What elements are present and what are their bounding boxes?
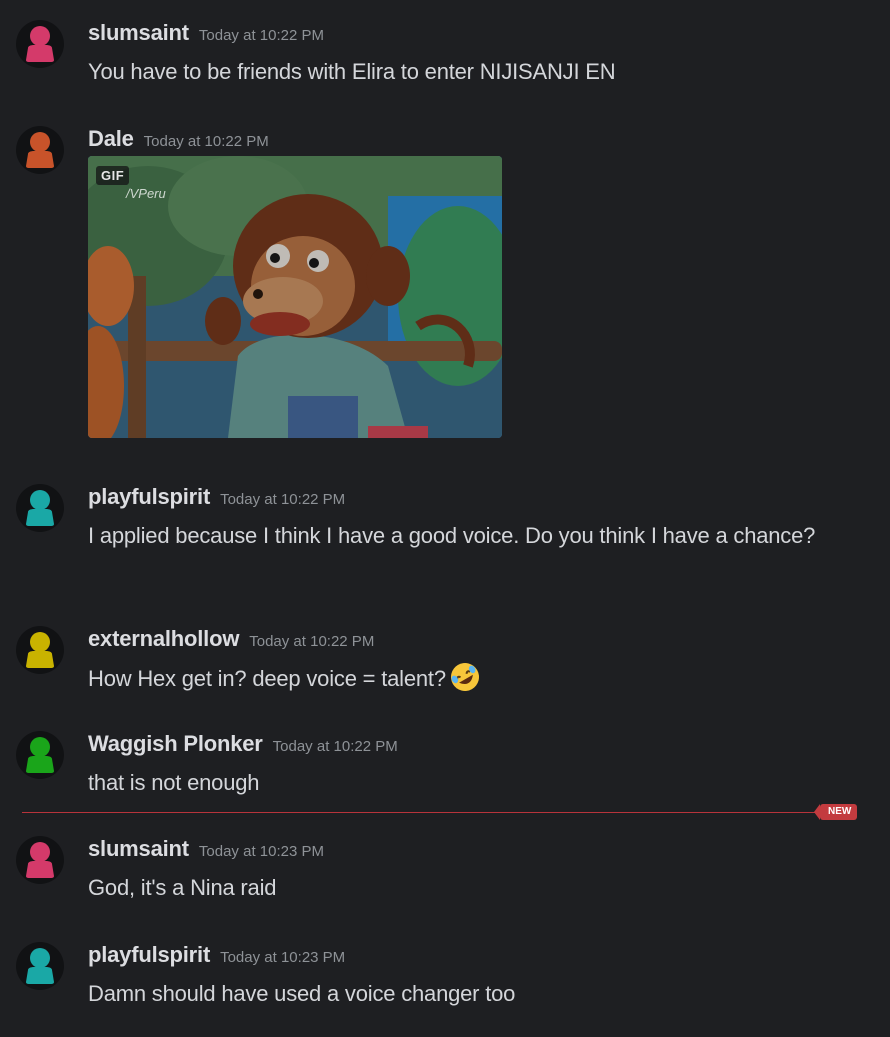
avatar[interactable] xyxy=(16,731,64,779)
avatar[interactable] xyxy=(16,126,64,174)
message-header: playfulspirit Today at 10:22 PM xyxy=(88,484,345,513)
rolling-on-floor-laughing-emoji-icon[interactable] xyxy=(448,660,482,694)
avatar[interactable] xyxy=(16,626,64,674)
message-header: playfulspirit Today at 10:23 PM xyxy=(88,942,345,971)
username[interactable]: externalhollow xyxy=(88,626,239,651)
gif-watermark: /VPeru xyxy=(126,186,166,201)
message-header: externalhollow Today at 10:22 PM xyxy=(88,626,374,655)
username[interactable]: Dale xyxy=(88,126,134,151)
message-text: that is not enough xyxy=(88,770,260,795)
message-header: slumsaint Today at 10:23 PM xyxy=(88,836,324,865)
message-content: How Hex get in? deep voice = talent? xyxy=(88,660,848,697)
message-text: I applied because I think I have a good … xyxy=(88,523,816,548)
message-text: God, it's a Nina raid xyxy=(88,875,277,900)
message-header: Dale Today at 10:22 PM xyxy=(88,126,269,155)
gif-badge: GIF xyxy=(96,166,130,185)
username[interactable]: slumsaint xyxy=(88,20,189,45)
new-messages-divider xyxy=(22,812,820,813)
username[interactable]: Waggish Plonker xyxy=(88,731,263,756)
avatar[interactable] xyxy=(16,942,64,990)
user-avatar-icon xyxy=(16,20,64,68)
new-messages-badge: NEW xyxy=(813,804,858,820)
message-text: Damn should have used a voice changer to… xyxy=(88,981,516,1006)
user-avatar-icon xyxy=(16,126,64,174)
timestamp: Today at 10:22 PM xyxy=(220,491,346,508)
username[interactable]: slumsaint xyxy=(88,836,189,861)
avatar[interactable] xyxy=(16,836,64,884)
username[interactable]: playfulspirit xyxy=(88,484,210,509)
message-text: How Hex get in? deep voice = talent? xyxy=(88,666,446,691)
message-text: You have to be friends with Elira to ent… xyxy=(88,59,616,84)
message-header: Waggish Plonker Today at 10:22 PM xyxy=(88,731,398,760)
timestamp: Today at 10:23 PM xyxy=(198,843,324,860)
avatar[interactable] xyxy=(16,484,64,532)
user-avatar-icon xyxy=(16,626,64,674)
user-avatar-icon xyxy=(16,836,64,884)
user-avatar-icon xyxy=(16,942,64,990)
avatar[interactable] xyxy=(16,20,64,68)
timestamp: Today at 10:22 PM xyxy=(143,133,269,150)
username[interactable]: playfulspirit xyxy=(88,942,210,967)
timestamp: Today at 10:23 PM xyxy=(220,949,346,966)
timestamp: Today at 10:22 PM xyxy=(249,633,375,650)
timestamp: Today at 10:22 PM xyxy=(198,27,324,44)
timestamp: Today at 10:22 PM xyxy=(272,738,398,755)
gif-attachment[interactable]: GIF /VPeru xyxy=(88,156,502,438)
user-avatar-icon xyxy=(16,731,64,779)
message-header: slumsaint Today at 10:22 PM xyxy=(88,20,324,49)
user-avatar-icon xyxy=(16,484,64,532)
